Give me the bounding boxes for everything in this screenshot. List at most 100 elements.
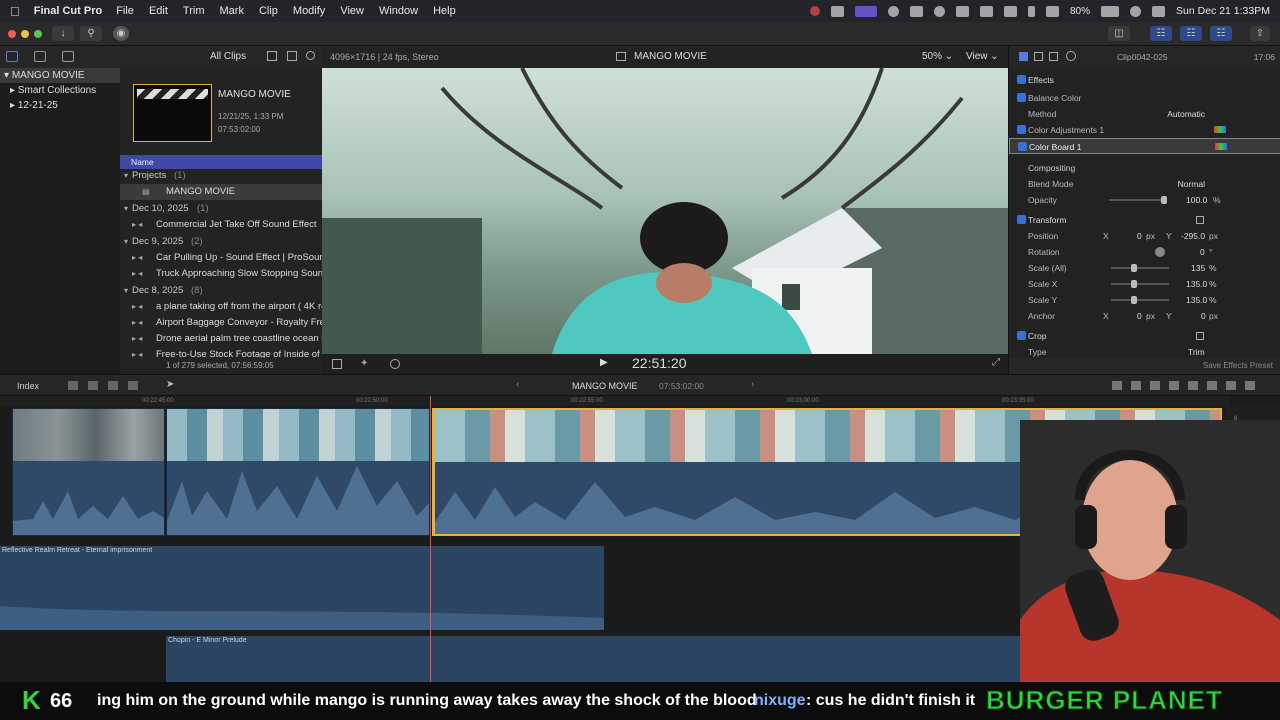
timeline-ruler[interactable]: 00:22:45:00 00:22:50:00 00:22:55:00 00:2… — [0, 396, 1230, 406]
clip-icon[interactable]: ▸ ◂ — [132, 266, 142, 282]
browser-clip-row[interactable]: ▸ ◂ Airport Baggage Conveyor - Royalty Fr… — [120, 315, 322, 331]
fullscreen-icon[interactable]: ⤢ — [992, 357, 1000, 368]
library-event-12-21-25[interactable]: ▸ 12-21-25 — [0, 98, 120, 113]
color-inspector-icon[interactable] — [1034, 52, 1043, 61]
opacity-slider[interactable] — [1109, 196, 1167, 204]
clip-icon[interactable]: ▸ ◂ — [132, 217, 142, 233]
clip-icon[interactable]: ▸ ◂ — [132, 250, 142, 266]
status-icon-app4[interactable] — [980, 5, 993, 17]
scale-y-value[interactable]: 135.0 — [1186, 292, 1207, 308]
clip-icon[interactable]: ▸ ◂ — [132, 331, 142, 347]
clip-appearance-icons[interactable] — [68, 381, 148, 390]
select-tool-icon[interactable]: ➤ — [166, 379, 174, 390]
rotation-row[interactable]: Rotation 0 ° — [1009, 244, 1280, 260]
menu-view[interactable]: View — [340, 5, 364, 17]
import-button[interactable]: ↓ — [52, 26, 74, 41]
music-clip-2[interactable]: Chopin - E Minor Prelude — [166, 636, 1021, 682]
anchor-x-value[interactable]: 0 — [1137, 308, 1142, 324]
share-button[interactable]: ⇧ — [1250, 26, 1270, 41]
layout-toggle-3[interactable]: ☷ — [1210, 26, 1232, 41]
balance-color-row[interactable]: Balance Color — [1009, 90, 1280, 106]
zoom-dropdown[interactable]: 50% ⌄ — [922, 51, 953, 62]
browser-clip-row[interactable]: ▸ ◂ Truck Approaching Slow Stopping Sound — [120, 266, 322, 282]
menu-file[interactable]: File — [116, 5, 134, 17]
status-icon-app3[interactable] — [910, 5, 923, 17]
project-icon[interactable]: ▤ — [142, 184, 150, 200]
clip-icon[interactable]: ▸ ◂ — [132, 299, 142, 315]
index-button[interactable]: Index — [17, 381, 39, 391]
balance-color-checkbox[interactable] — [1017, 93, 1026, 102]
save-effects-preset-button[interactable]: Save Effects Preset — [1009, 358, 1280, 374]
position-x-value[interactable]: 0 — [1137, 228, 1142, 244]
close-window-button[interactable] — [8, 30, 16, 38]
control-center-icon[interactable] — [1152, 5, 1166, 17]
anchor-row[interactable]: Anchor X 0 px Y 0 px — [1009, 308, 1280, 324]
scale-x-slider-knob[interactable] — [1131, 280, 1138, 288]
opacity-row[interactable]: Opacity 100.0% — [1009, 192, 1280, 208]
video-clip-1[interactable] — [12, 408, 165, 536]
scale-x-slider[interactable] — [1111, 280, 1169, 288]
play-status-icon[interactable] — [934, 5, 945, 17]
transform-checkbox[interactable] — [1017, 215, 1026, 224]
disclosure-triangle-icon[interactable]: ▾ — [124, 234, 128, 250]
disclosure-triangle-icon[interactable]: ▾ — [124, 168, 128, 184]
share-layout-button[interactable]: ◫ — [1108, 26, 1130, 41]
list-view-icon[interactable] — [287, 51, 297, 61]
titles-icon[interactable] — [62, 51, 74, 62]
speed-tool-icon[interactable] — [390, 359, 400, 369]
keyword-button[interactable]: ⚲ — [80, 26, 102, 41]
timeline-back-icon[interactable]: ‹ — [516, 379, 519, 390]
libraries-icon[interactable] — [6, 51, 18, 62]
library-smart-collections[interactable]: ▸ Smart Collections — [0, 83, 120, 98]
minimize-window-button[interactable] — [21, 30, 29, 38]
browser-group-row[interactable]: ▾ Dec 8, 2025 (8) — [120, 283, 322, 299]
disclosure-triangle-icon[interactable]: ▾ — [124, 283, 128, 299]
status-icon-active[interactable] — [855, 5, 877, 17]
scale-x-value[interactable]: 135.0 — [1186, 276, 1207, 292]
video-inspector-icon[interactable] — [1019, 52, 1028, 61]
music-clip-1[interactable]: Reflective Realm Retreat - Eternal impri… — [0, 546, 604, 630]
menu-modify[interactable]: Modify — [293, 5, 325, 17]
scale-all-row[interactable]: Scale (All) 135% — [1009, 260, 1280, 276]
project-thumbnail[interactable] — [133, 84, 212, 142]
zoom-window-button[interactable] — [34, 30, 42, 38]
menu-trim[interactable]: Trim — [183, 5, 205, 17]
anchor-y-value[interactable]: 0 — [1201, 308, 1206, 324]
disclosure-triangle-icon[interactable]: ▾ — [124, 201, 128, 217]
position-row[interactable]: Position X 0 px Y -295.0 px — [1009, 228, 1280, 244]
scale-all-value[interactable]: 135 — [1191, 260, 1205, 276]
opacity-slider-knob[interactable] — [1161, 196, 1167, 204]
browser-clip-row[interactable]: ▸ ◂ Car Pulling Up - Sound Effect | ProSo… — [120, 250, 322, 266]
browser-clip-row[interactable]: ▸ ◂ Commercial Jet Take Off Sound Effect — [120, 217, 322, 233]
browser-group-row[interactable]: ▾ Dec 10, 2025 (1) — [120, 201, 322, 217]
background-tasks-button[interactable]: ◉ — [113, 26, 129, 41]
audio-inspector-icon[interactable] — [1049, 52, 1058, 61]
video-frame[interactable] — [322, 68, 1008, 354]
color-board-row[interactable]: Color Board 1 — [1009, 138, 1280, 154]
search-icon[interactable] — [306, 51, 315, 60]
status-icon-app2[interactable] — [888, 5, 899, 17]
scale-all-slider-knob[interactable] — [1131, 264, 1138, 272]
rotation-dial[interactable] — [1155, 247, 1165, 257]
menu-window[interactable]: Window — [379, 5, 418, 17]
method-row[interactable]: Method Automatic — [1009, 106, 1280, 122]
menu-mark[interactable]: Mark — [220, 5, 244, 17]
app-name-menu[interactable]: Final Cut Pro — [34, 5, 102, 17]
browser-clip-row[interactable]: ▤ MANGO MOVIE — [120, 184, 322, 200]
wifi-icon[interactable] — [1046, 5, 1059, 17]
name-column-header[interactable]: Name — [120, 155, 322, 169]
color-board-checkbox[interactable] — [1018, 142, 1027, 151]
layout-toggle-2[interactable]: ☷ — [1180, 26, 1202, 41]
library-mango-movie[interactable]: ▾ MANGO MOVIE — [0, 68, 120, 83]
status-icon-app1[interactable] — [831, 5, 844, 17]
effects-section[interactable]: Effects — [1009, 72, 1280, 88]
play-button[interactable]: ▶ — [600, 357, 608, 368]
video-clip-2[interactable] — [166, 408, 430, 536]
transform-section[interactable]: Transform — [1009, 212, 1280, 228]
crop-checkbox[interactable] — [1017, 331, 1026, 340]
browser-group-row[interactable]: ▾ Projects (1) — [120, 168, 322, 184]
rotation-value[interactable]: 0 — [1200, 244, 1205, 260]
display-icon[interactable] — [1004, 5, 1017, 17]
menu-help[interactable]: Help — [433, 5, 456, 17]
position-y-value[interactable]: -295.0 — [1181, 228, 1205, 244]
